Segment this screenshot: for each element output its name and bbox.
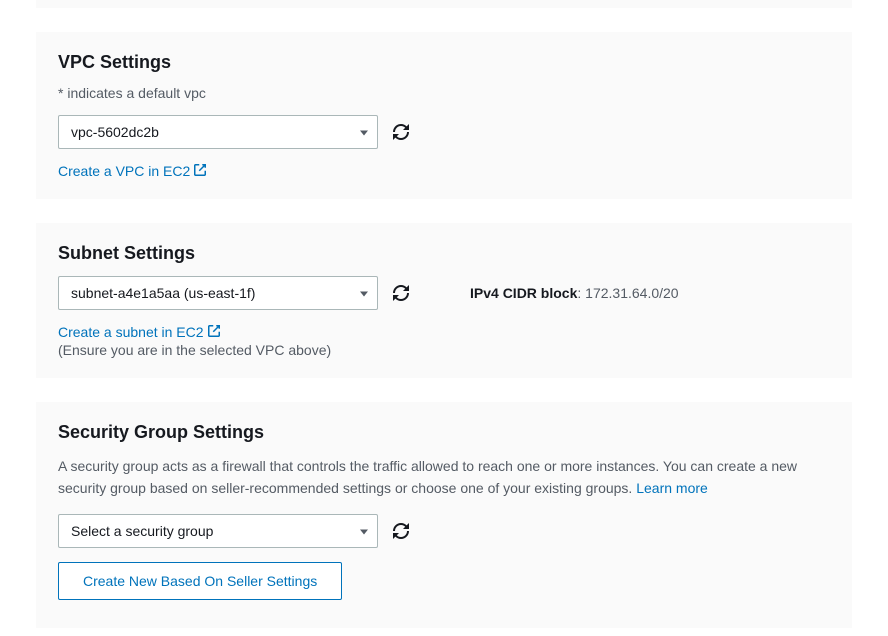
create-new-sg-button[interactable]: Create New Based On Seller Settings: [58, 562, 342, 600]
refresh-icon: [393, 124, 409, 140]
vpc-settings-title: VPC Settings: [58, 52, 830, 73]
security-group-select-wrap: Select a security group: [58, 514, 378, 548]
subnet-refresh-button[interactable]: [392, 284, 410, 302]
vpc-refresh-button[interactable]: [392, 123, 410, 141]
refresh-icon: [393, 523, 409, 539]
subnet-note: (Ensure you are in the selected VPC abov…: [58, 342, 830, 358]
subnet-settings-title: Subnet Settings: [58, 243, 830, 264]
external-link-icon: [194, 163, 206, 179]
learn-more-link[interactable]: Learn more: [636, 480, 708, 496]
security-group-title: Security Group Settings: [58, 422, 830, 443]
security-group-description: A security group acts as a firewall that…: [58, 455, 830, 500]
subnet-settings-section: Subnet Settings subnet-a4e1a5aa (us-east…: [36, 223, 852, 378]
security-group-settings-section: Security Group Settings A security group…: [36, 402, 852, 628]
vpc-default-hint: * indicates a default vpc: [58, 85, 830, 101]
vpc-select[interactable]: vpc-5602dc2b: [58, 115, 378, 149]
create-subnet-link[interactable]: Create a subnet in EC2: [58, 324, 220, 340]
vpc-settings-section: VPC Settings * indicates a default vpc v…: [36, 32, 852, 199]
subnet-select-wrap: subnet-a4e1a5aa (us-east-1f): [58, 276, 378, 310]
create-subnet-link-label: Create a subnet in EC2: [58, 324, 204, 340]
external-link-icon: [208, 324, 220, 340]
refresh-icon: [393, 285, 409, 301]
previous-section-sliver: [36, 0, 852, 8]
create-vpc-link[interactable]: Create a VPC in EC2: [58, 163, 206, 179]
create-vpc-link-label: Create a VPC in EC2: [58, 163, 190, 179]
subnet-cidr-label: IPv4 CIDR block: [470, 285, 577, 301]
security-group-select[interactable]: Select a security group: [58, 514, 378, 548]
subnet-cidr-info: IPv4 CIDR block: 172.31.64.0/20: [470, 285, 679, 301]
security-group-refresh-button[interactable]: [392, 522, 410, 540]
vpc-select-wrap: vpc-5602dc2b: [58, 115, 378, 149]
subnet-cidr-value: 172.31.64.0/20: [585, 285, 678, 301]
subnet-select[interactable]: subnet-a4e1a5aa (us-east-1f): [58, 276, 378, 310]
